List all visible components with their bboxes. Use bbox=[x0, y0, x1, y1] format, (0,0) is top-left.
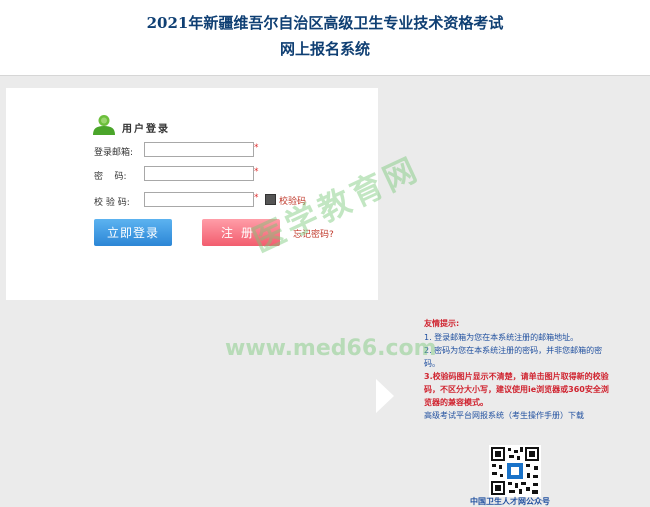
login-button[interactable]: 立即登录 bbox=[94, 219, 172, 246]
arrow-right-icon bbox=[376, 379, 394, 413]
login-title: 用户登录 bbox=[122, 124, 170, 135]
tip-item-1: 1. 登录邮箱为您在本系统注册的邮箱地址。 bbox=[424, 333, 579, 342]
tip-item-2: 2. 密码为您在本系统注册的密码，并非您邮箱的密码。 bbox=[424, 346, 603, 368]
page-subtitle: 网上报名系统 bbox=[279, 40, 370, 58]
email-input[interactable] bbox=[144, 142, 254, 157]
qr-caption: 中国卫生人才网公众号 bbox=[470, 497, 550, 506]
qr-code bbox=[489, 445, 541, 497]
page-header: 2021年新疆维吾尔自治区高级卫生专业技术资格考试 网上报名系统 bbox=[0, 0, 650, 76]
captcha-input[interactable] bbox=[144, 192, 254, 207]
manual-download-link[interactable]: 高级考试平台网报系统（考生操作手册）下载 bbox=[424, 409, 614, 422]
password-required-mark: * bbox=[254, 167, 259, 177]
tips-box: 友情提示: 1. 登录邮箱为您在本系统注册的邮箱地址。 2. 密码为您在本系统注… bbox=[424, 317, 614, 422]
tip-item-3: 3.校验码图片显示不清楚，请单击图片取得新的校验码，不区分大小写，建议使用ie浏… bbox=[424, 372, 609, 407]
tips-title: 友情提示: bbox=[424, 319, 460, 328]
page-title: 2021年新疆维吾尔自治区高级卫生专业技术资格考试 bbox=[146, 14, 504, 32]
captcha-required-mark: * bbox=[254, 193, 259, 203]
password-label: 密 码: bbox=[94, 172, 127, 182]
email-label: 登录邮箱: bbox=[94, 148, 134, 158]
email-required-mark: * bbox=[254, 143, 259, 153]
captcha-label: 校 验 码: bbox=[94, 198, 130, 208]
captcha-image-icon[interactable] bbox=[265, 194, 276, 205]
watermark-url: www.med66.com bbox=[225, 336, 437, 361]
password-input[interactable] bbox=[144, 166, 254, 181]
user-icon bbox=[93, 115, 115, 135]
